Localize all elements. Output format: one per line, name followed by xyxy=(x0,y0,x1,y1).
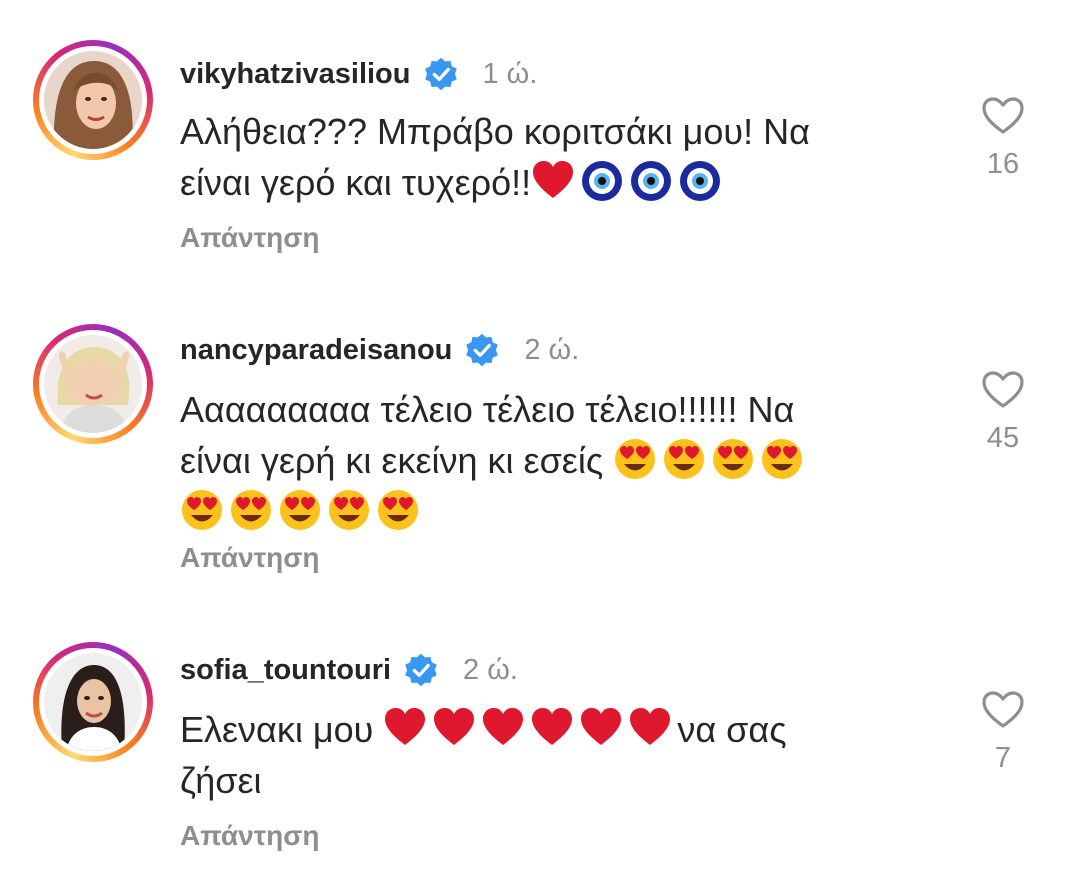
heart-eyes-face-icon xyxy=(327,488,371,532)
red-heart-icon xyxy=(628,706,672,750)
comment-text: Ααααααααα τέλειο τέλειο τέλειο!!!!!! Να … xyxy=(180,384,940,537)
like-count: 7 xyxy=(994,742,1012,774)
red-heart-icon xyxy=(579,706,623,750)
reply-button[interactable]: Απάντηση xyxy=(180,542,320,574)
heart-eyes-face-icon xyxy=(376,488,420,532)
red-heart-icon xyxy=(530,706,574,750)
red-heart-icon xyxy=(383,706,427,750)
nazar-amulet-icon xyxy=(629,159,673,203)
reply-button[interactable]: Απάντηση xyxy=(180,222,320,254)
avatar[interactable] xyxy=(33,40,153,160)
username[interactable]: vikyhatzivasiliou xyxy=(180,58,411,91)
avatar[interactable] xyxy=(33,324,153,444)
heart-eyes-face-icon xyxy=(229,488,273,532)
comment-text: Αλήθεια??? Μπράβο κοριτσάκι μου! Να είνα… xyxy=(180,111,810,203)
comment-text: Ελενακι μου να σας ζήσει xyxy=(180,704,940,806)
like-control: 7 xyxy=(975,690,1031,775)
nazar-amulet-icon xyxy=(678,159,722,203)
verified-badge-icon xyxy=(423,56,459,92)
red-heart-icon xyxy=(531,159,575,203)
like-count: 45 xyxy=(986,422,1020,454)
red-heart-icon xyxy=(432,706,476,750)
heart-outline-icon[interactable] xyxy=(975,370,1031,410)
username[interactable]: nancyparadeisanou xyxy=(180,334,452,367)
reply-button[interactable]: Απάντηση xyxy=(180,820,320,852)
timestamp: 1 ώ. xyxy=(482,57,538,90)
avatar[interactable] xyxy=(33,642,153,762)
heart-eyes-face-icon xyxy=(662,437,706,481)
nazar-amulet-icon xyxy=(580,159,624,203)
red-heart-icon xyxy=(481,706,525,750)
verified-badge-icon xyxy=(403,652,439,688)
heart-eyes-face-icon xyxy=(613,437,657,481)
heart-outline-icon[interactable] xyxy=(975,96,1031,136)
like-control: 45 xyxy=(975,370,1031,455)
timestamp: 2 ώ. xyxy=(463,653,518,686)
like-count: 16 xyxy=(986,148,1020,180)
heart-eyes-face-icon xyxy=(711,437,755,481)
verified-badge-icon xyxy=(464,332,500,368)
heart-eyes-face-icon xyxy=(760,437,804,481)
heart-eyes-face-icon xyxy=(278,488,322,532)
like-control: 16 xyxy=(975,96,1031,181)
timestamp: 2 ώ. xyxy=(524,333,580,366)
username[interactable]: sofia_tountouri xyxy=(180,654,391,687)
heart-outline-icon[interactable] xyxy=(975,690,1031,730)
heart-eyes-face-icon xyxy=(180,488,224,532)
